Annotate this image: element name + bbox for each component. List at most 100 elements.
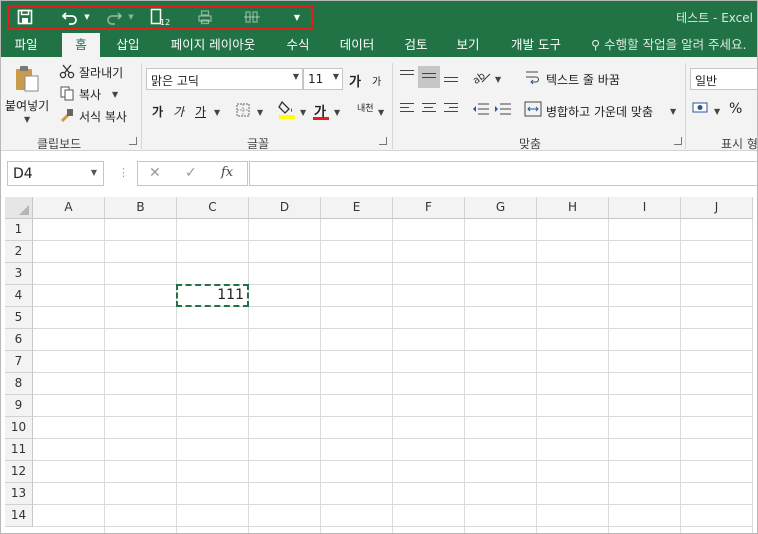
font-color-dropdown-arrow[interactable]: ▼ <box>334 108 340 117</box>
paste-icon[interactable] <box>11 63 43 95</box>
sheet-grid[interactable]: A B C D E F G H I J 1 2 3 4 5 6 7 8 9 10 11 12 13 14 111 <box>5 197 757 533</box>
borders-icon[interactable] <box>235 102 251 118</box>
column-header[interactable]: B <box>105 197 177 219</box>
cut-icon[interactable] <box>59 63 75 79</box>
font-name-dropdown-arrow[interactable]: ▼ <box>293 72 299 81</box>
column-header[interactable]: J <box>681 197 753 219</box>
fill-color-dropdown-arrow[interactable]: ▼ <box>300 108 306 117</box>
tab-formulas[interactable]: 수식 <box>278 33 318 57</box>
column-header[interactable]: H <box>537 197 609 219</box>
fill-color-icon[interactable] <box>278 99 296 119</box>
row-header[interactable]: 5 <box>5 307 33 329</box>
column-header[interactable]: I <box>609 197 681 219</box>
grow-font-button[interactable]: 가 <box>349 71 361 90</box>
paste-button[interactable]: 붙여넣기 <box>5 97 49 114</box>
row-header[interactable]: 10 <box>5 417 33 439</box>
row-header[interactable]: 11 <box>5 439 33 461</box>
decrease-indent-icon[interactable] <box>472 101 490 117</box>
wrap-text-button[interactable]: 텍스트 줄 바꿈 <box>546 71 620 88</box>
tab-review[interactable]: 검토 <box>396 33 436 57</box>
select-all-button[interactable] <box>5 197 33 219</box>
alignment-launcher-icon[interactable] <box>674 137 682 145</box>
borders-dropdown-arrow[interactable]: ▼ <box>257 108 263 117</box>
formula-input[interactable] <box>249 161 757 186</box>
customize-qat-arrow[interactable]: ▼ <box>291 7 303 27</box>
copy-icon[interactable] <box>59 85 75 101</box>
increase-indent-icon[interactable] <box>494 101 512 117</box>
save-icon[interactable] <box>15 7 35 27</box>
merge-center-dropdown-arrow[interactable]: ▼ <box>670 107 676 116</box>
number-format-box[interactable]: 일반 <box>690 68 757 90</box>
align-left-icon[interactable] <box>400 103 414 115</box>
underline-dropdown-arrow[interactable]: ▼ <box>214 108 220 117</box>
merge-center-button[interactable]: 병합하고 가운데 맞춤 <box>546 103 653 120</box>
tab-developer[interactable]: 개발 도구 <box>501 33 571 57</box>
copy-button[interactable]: 복사 <box>79 86 101 103</box>
row-header[interactable]: 7 <box>5 351 33 373</box>
accounting-dropdown-arrow[interactable]: ▼ <box>714 107 720 116</box>
undo-dropdown-arrow[interactable]: ▼ <box>82 7 92 27</box>
font-size-dropdown-arrow[interactable]: ▼ <box>333 72 339 81</box>
align-bottom-icon[interactable] <box>444 77 458 85</box>
cancel-icon[interactable]: ✕ <box>149 165 161 181</box>
column-header[interactable]: G <box>465 197 537 219</box>
align-right-icon[interactable] <box>444 103 458 115</box>
phonetic-guide-button[interactable]: 내천 <box>357 101 374 114</box>
column-header[interactable]: C <box>177 197 249 219</box>
align-top-icon[interactable] <box>400 70 414 78</box>
column-header[interactable]: F <box>393 197 465 219</box>
tab-view[interactable]: 보기 <box>448 33 488 57</box>
print-icon[interactable] <box>195 7 215 27</box>
name-box-dropdown-arrow[interactable]: ▼ <box>91 168 97 177</box>
orientation-dropdown-arrow[interactable]: ▼ <box>495 75 501 84</box>
align-center-icon[interactable] <box>422 103 436 115</box>
row-header[interactable]: 1 <box>5 219 33 241</box>
enter-icon[interactable]: ✓ <box>185 165 197 181</box>
row-header[interactable]: 14 <box>5 505 33 527</box>
row-header[interactable]: 8 <box>5 373 33 395</box>
tab-insert[interactable]: 삽입 <box>106 33 150 57</box>
tab-data[interactable]: 데이터 <box>331 33 383 57</box>
accounting-format-icon[interactable] <box>692 100 710 116</box>
clipboard-launcher-icon[interactable] <box>129 137 137 145</box>
form-icon[interactable] <box>241 7 263 27</box>
format-painter-button[interactable]: 서식 복사 <box>79 108 127 125</box>
column-header[interactable]: A <box>33 197 105 219</box>
undo-icon[interactable] <box>59 7 81 27</box>
column-header[interactable]: E <box>321 197 393 219</box>
tab-home[interactable]: 홈 <box>62 33 100 57</box>
shrink-font-button[interactable]: 가 <box>372 73 381 88</box>
row-header[interactable]: 6 <box>5 329 33 351</box>
format-painter-icon[interactable] <box>59 107 75 123</box>
row-header[interactable]: 13 <box>5 483 33 505</box>
underline-button[interactable]: 가 <box>195 103 206 120</box>
page-layout-view-icon[interactable]: 12 <box>149 7 171 27</box>
insert-function-button[interactable]: fx <box>221 165 233 180</box>
tell-me-box[interactable]: ⚲ 수행할 작업을 알려 주세요. <box>591 33 747 57</box>
name-box[interactable]: D4 ▼ <box>7 161 104 186</box>
font-name-box[interactable]: 맑은 고딕 ▼ <box>146 68 303 90</box>
row-header[interactable]: 12 <box>5 461 33 483</box>
redo-dropdown-arrow[interactable]: ▼ <box>126 7 136 27</box>
font-launcher-icon[interactable] <box>379 137 387 145</box>
paste-dropdown-arrow[interactable]: ▼ <box>24 115 30 124</box>
row-header[interactable]: 2 <box>5 241 33 263</box>
percent-button[interactable]: % <box>729 101 742 117</box>
orientation-icon[interactable]: ab <box>472 68 492 86</box>
copy-dropdown-arrow[interactable]: ▼ <box>112 90 118 99</box>
row-header[interactable]: 3 <box>5 263 33 285</box>
wrap-text-icon[interactable] <box>524 69 542 85</box>
merge-center-icon[interactable] <box>524 101 542 117</box>
cut-button[interactable]: 잘라내기 <box>79 64 123 81</box>
tab-page-layout[interactable]: 페이지 레이아웃 <box>161 33 265 57</box>
redo-icon[interactable] <box>103 7 125 27</box>
row-header[interactable]: 4 <box>5 285 33 307</box>
italic-button[interactable]: 가 <box>173 103 184 120</box>
tab-file[interactable]: 파일 <box>1 33 51 57</box>
bold-button[interactable]: 가 <box>152 103 163 120</box>
phonetic-dropdown-arrow[interactable]: ▼ <box>378 108 384 117</box>
row-header[interactable]: 9 <box>5 395 33 417</box>
align-middle-icon[interactable] <box>422 73 436 81</box>
column-header[interactable]: D <box>249 197 321 219</box>
font-size-box[interactable]: 11 ▼ <box>303 68 343 90</box>
